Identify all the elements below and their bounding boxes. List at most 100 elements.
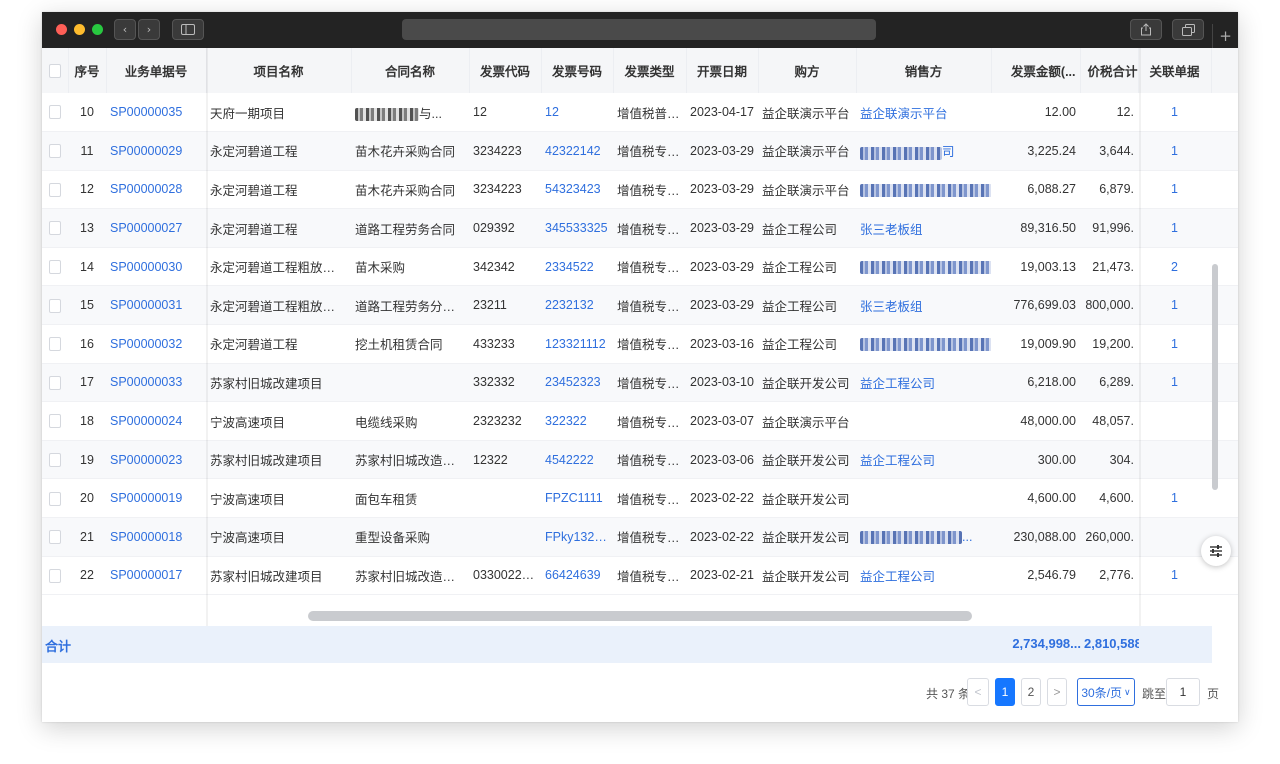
- column-header[interactable]: 购方: [758, 48, 857, 93]
- table-row[interactable]: 19 SP00000023 苏家村旧城改建项目 苏家村旧城改造专业... 12322 45…: [42, 440, 1238, 480]
- column-header[interactable]: 价税合计: [1080, 48, 1139, 93]
- seller-link[interactable]: [856, 401, 991, 441]
- doc-number-link[interactable]: SP00000029: [106, 131, 206, 171]
- column-header[interactable]: 合同名称: [351, 48, 470, 93]
- invoice-number-link[interactable]: 123321112: [541, 324, 613, 364]
- table-row[interactable]: 21 SP00000018 宁波高速项目 重型设备采购 FPky132465 增值税专用.…: [42, 517, 1238, 557]
- invoice-number-link[interactable]: 4542222: [541, 440, 613, 480]
- doc-number-link[interactable]: SP00000024: [106, 401, 206, 441]
- row-select-cell[interactable]: [42, 170, 68, 210]
- row-checkbox[interactable]: [49, 105, 61, 120]
- prev-page-button[interactable]: <: [967, 678, 989, 706]
- seller-link[interactable]: 张三老板组: [856, 208, 991, 248]
- seller-link[interactable]: 益企工程公司: [856, 556, 991, 596]
- row-checkbox[interactable]: [49, 375, 61, 390]
- doc-number-link[interactable]: SP00000019: [106, 478, 206, 519]
- seller-link[interactable]: [856, 247, 991, 287]
- table-row[interactable]: 22 SP00000017 苏家村旧城改建项目 苏家村旧城改造专业... 0330022…: [42, 556, 1238, 596]
- jump-input[interactable]: 1: [1166, 678, 1200, 706]
- row-checkbox[interactable]: [49, 182, 61, 197]
- seller-link[interactable]: 益企工程公司: [856, 440, 991, 480]
- select-all-checkbox[interactable]: [48, 63, 61, 78]
- share-icon[interactable]: [1130, 19, 1162, 40]
- back-button[interactable]: ‹: [114, 19, 136, 40]
- column-header[interactable]: 销售方: [856, 48, 992, 93]
- row-select-cell[interactable]: [42, 247, 68, 287]
- row-checkbox[interactable]: [49, 530, 61, 545]
- table-row[interactable]: 17 SP00000033 苏家村旧城改建项目 332332 23452323 增值税专用…: [42, 363, 1238, 403]
- row-checkbox[interactable]: [49, 260, 61, 275]
- column-header[interactable]: 开票日期: [686, 48, 759, 93]
- column-header[interactable]: 发票号码: [541, 48, 614, 93]
- row-checkbox[interactable]: [49, 337, 61, 352]
- tabs-icon[interactable]: [1172, 19, 1204, 40]
- close-window-button[interactable]: [56, 24, 67, 35]
- page-1-button[interactable]: 1: [995, 678, 1015, 706]
- address-bar[interactable]: [402, 19, 876, 40]
- table-row[interactable]: 18 SP00000024 宁波高速项目 电缆线采购 2323232 322322 增值税专…: [42, 401, 1238, 441]
- table-row[interactable]: 12 SP00000028 永定河碧道工程 苗木花卉采购合同 3234223 543234…: [42, 170, 1238, 210]
- invoice-number-link[interactable]: 2334522: [541, 247, 613, 287]
- invoice-number-link[interactable]: 23452323: [541, 363, 613, 403]
- table-row[interactable]: 15 SP00000031 永定河碧道工程粗放管控 道路工程劳务分包合同 23211 22…: [42, 285, 1238, 326]
- related-doc-link[interactable]: [1138, 401, 1211, 441]
- seller-link[interactable]: [856, 170, 991, 210]
- row-select-cell[interactable]: [42, 208, 68, 248]
- seller-link[interactable]: 益企联演示平台: [856, 93, 991, 133]
- table-row[interactable]: 14 SP00000030 永定河碧道工程粗放管控 苗木采购 342342 2334522…: [42, 247, 1238, 287]
- column-header[interactable]: 发票金额(...: [991, 48, 1081, 93]
- column-header[interactable]: 序号: [68, 48, 107, 93]
- doc-number-link[interactable]: SP00000031: [106, 285, 206, 326]
- row-checkbox[interactable]: [49, 221, 61, 236]
- related-doc-link[interactable]: 1: [1138, 324, 1211, 364]
- doc-number-link[interactable]: SP00000018: [106, 517, 206, 557]
- doc-number-link[interactable]: SP00000032: [106, 324, 206, 364]
- row-select-cell[interactable]: [42, 556, 68, 596]
- row-select-cell[interactable]: [42, 324, 68, 364]
- row-select-cell[interactable]: [42, 131, 68, 171]
- new-tab-button[interactable]: +: [1212, 24, 1238, 48]
- seller-link[interactable]: 益企工程公司: [856, 363, 991, 403]
- row-select-cell[interactable]: [42, 363, 68, 403]
- column-header[interactable]: 项目名称: [206, 48, 352, 93]
- column-header[interactable]: 关联单据: [1138, 48, 1212, 93]
- row-checkbox[interactable]: [49, 491, 61, 506]
- column-header[interactable]: 发票类型: [613, 48, 687, 93]
- doc-number-link[interactable]: SP00000028: [106, 170, 206, 210]
- column-header[interactable]: 业务单据号: [106, 48, 207, 93]
- select-all-cell[interactable]: [42, 48, 69, 93]
- seller-link[interactable]: [856, 324, 991, 364]
- invoice-number-link[interactable]: FPky132465: [541, 517, 613, 557]
- doc-number-link[interactable]: SP00000027: [106, 208, 206, 248]
- doc-number-link[interactable]: SP00000033: [106, 363, 206, 403]
- related-doc-link[interactable]: 1: [1138, 363, 1211, 403]
- seller-link[interactable]: 张三老板组: [856, 285, 991, 326]
- horizontal-scrollbar[interactable]: [308, 611, 972, 621]
- forward-button[interactable]: ›: [138, 19, 160, 40]
- vertical-scrollbar[interactable]: [1212, 264, 1218, 490]
- invoice-number-link[interactable]: 12: [541, 93, 613, 133]
- row-checkbox[interactable]: [49, 298, 61, 313]
- related-doc-link[interactable]: 2: [1138, 247, 1211, 287]
- doc-number-link[interactable]: SP00000035: [106, 93, 206, 133]
- seller-link[interactable]: [856, 478, 991, 519]
- invoice-number-link[interactable]: 322322: [541, 401, 613, 441]
- table-row[interactable]: 16 SP00000032 永定河碧道工程 挖土机租赁合同 433233 12332111…: [42, 324, 1238, 364]
- next-page-button[interactable]: >: [1047, 678, 1067, 706]
- table-row[interactable]: 11 SP00000029 永定河碧道工程 苗木花卉采购合同 3234223 423221…: [42, 131, 1238, 171]
- row-select-cell[interactable]: [42, 478, 68, 519]
- related-doc-link[interactable]: 1: [1138, 556, 1211, 596]
- row-checkbox[interactable]: [49, 452, 61, 467]
- minimize-window-button[interactable]: [74, 24, 85, 35]
- sliders-icon[interactable]: [1201, 536, 1231, 566]
- doc-number-link[interactable]: SP00000030: [106, 247, 206, 287]
- related-doc-link[interactable]: 1: [1138, 131, 1211, 171]
- row-checkbox[interactable]: [49, 414, 61, 429]
- related-doc-link[interactable]: 1: [1138, 170, 1211, 210]
- seller-link[interactable]: 司: [856, 131, 991, 171]
- page-size-select[interactable]: 30条/页 ∨: [1077, 678, 1135, 706]
- row-checkbox[interactable]: [49, 144, 61, 159]
- row-select-cell[interactable]: [42, 93, 68, 133]
- doc-number-link[interactable]: SP00000023: [106, 440, 206, 480]
- invoice-number-link[interactable]: 54323423: [541, 170, 613, 210]
